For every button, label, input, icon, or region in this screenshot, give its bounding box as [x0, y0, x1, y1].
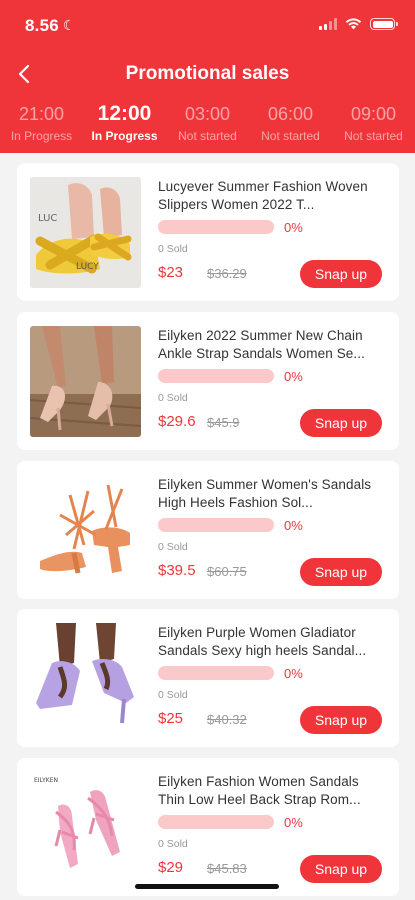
- moon-icon: ☾: [62, 17, 76, 33]
- sold-percent: 0%: [284, 666, 303, 681]
- tab-2100[interactable]: 21:00 In Progress: [0, 103, 83, 144]
- tab-time: 12:00: [97, 102, 152, 125]
- product-card[interactable]: Eilyken 2022 Summer New Chain Ankle Stra…: [17, 312, 399, 450]
- product-image[interactable]: [30, 326, 141, 437]
- sold-progress-bar: [158, 815, 274, 829]
- product-name[interactable]: Eilyken Fashion Women Sandals Thin Low H…: [158, 773, 386, 809]
- shoe-image: EILYKEN: [30, 772, 141, 883]
- tab-time: 03:00: [184, 104, 231, 124]
- product-name[interactable]: Eilyken Purple Women Gladiator Sandals S…: [158, 624, 386, 660]
- wifi-icon: [345, 18, 362, 30]
- product-card[interactable]: Eilyken Summer Women's Sandals High Heel…: [17, 461, 399, 599]
- status-icons: [319, 17, 398, 31]
- home-indicator[interactable]: [135, 884, 279, 889]
- sale-price: $25: [158, 710, 184, 727]
- sold-progress-bar: [158, 666, 274, 680]
- snap-up-button[interactable]: Snap up: [300, 260, 382, 288]
- sold-percent: 0%: [284, 369, 303, 384]
- svg-text:LUCY: LUCY: [76, 262, 99, 272]
- snap-up-button[interactable]: Snap up: [300, 558, 382, 586]
- status-time: 8.56: [25, 16, 59, 35]
- sold-count: 0 Sold: [158, 838, 188, 850]
- sold-count: 0 Sold: [158, 689, 188, 701]
- product-card[interactable]: LUC LUCY Lucyever Summer Fashion Woven S…: [17, 163, 399, 301]
- sold-progress-bar: [158, 369, 274, 383]
- shoe-image: [30, 475, 141, 586]
- tab-time: 06:00: [267, 104, 314, 124]
- status-bar: 8.56 ☾: [0, 0, 415, 48]
- sold-percent: 0%: [284, 815, 303, 830]
- snap-up-button[interactable]: Snap up: [300, 409, 382, 437]
- tab-time: 21:00: [18, 104, 65, 124]
- page-title: Promotional sales: [125, 63, 290, 84]
- svg-text:EILYKEN: EILYKEN: [34, 777, 58, 784]
- original-price: $45.83: [207, 861, 247, 876]
- product-name[interactable]: Lucyever Summer Fashion Woven Slippers W…: [158, 178, 386, 214]
- tab-0300[interactable]: 03:00 Not started: [166, 103, 249, 144]
- tab-time: 09:00: [350, 104, 397, 124]
- product-image[interactable]: [30, 623, 141, 734]
- product-image[interactable]: EILYKEN: [30, 772, 141, 883]
- product-image[interactable]: [30, 475, 141, 586]
- shoe-image: LUC LUCY: [30, 177, 141, 288]
- original-price: $45.9: [207, 415, 240, 430]
- sold-count: 0 Sold: [158, 243, 188, 255]
- original-price: $36.29: [207, 266, 247, 281]
- tab-status: In Progress: [10, 129, 73, 143]
- shoe-image: [30, 623, 141, 734]
- shoe-image: [30, 326, 141, 437]
- header: 8.56 ☾ Promotional sales 21:00 In Progres…: [0, 0, 415, 153]
- product-card[interactable]: EILYKEN Eilyken Fashion Women Sandals Th…: [17, 758, 399, 896]
- product-card[interactable]: Eilyken Purple Women Gladiator Sandals S…: [17, 609, 399, 747]
- sold-count: 0 Sold: [158, 541, 188, 553]
- tab-status: In Progress: [91, 129, 158, 143]
- signal-icon: [319, 18, 337, 30]
- svg-text:LUC: LUC: [38, 213, 57, 224]
- sold-count: 0 Sold: [158, 392, 188, 404]
- tab-status: Not started: [178, 129, 237, 143]
- battery-icon: [370, 18, 398, 30]
- sale-price: $29: [158, 859, 184, 876]
- snap-up-button[interactable]: Snap up: [300, 706, 382, 734]
- original-price: $40.32: [207, 712, 247, 727]
- tab-status: Not started: [344, 129, 403, 143]
- sold-progress-bar: [158, 220, 274, 234]
- nav-bar: Promotional sales: [0, 55, 415, 95]
- sale-price: $29.6: [158, 413, 196, 430]
- sold-percent: 0%: [284, 220, 303, 235]
- status-time-wrap: 8.56 ☾: [25, 16, 76, 36]
- snap-up-button[interactable]: Snap up: [300, 855, 382, 883]
- original-price: $60.75: [207, 564, 247, 579]
- product-name[interactable]: Eilyken Summer Women's Sandals High Heel…: [158, 476, 386, 512]
- product-name[interactable]: Eilyken 2022 Summer New Chain Ankle Stra…: [158, 327, 386, 363]
- tab-status: Not started: [261, 129, 320, 143]
- tab-1200[interactable]: 12:00 In Progress: [83, 103, 166, 144]
- product-image[interactable]: LUC LUCY: [30, 177, 141, 288]
- tab-0600[interactable]: 06:00 Not started: [249, 103, 332, 144]
- sale-price: $39.5: [158, 562, 196, 579]
- time-tabs: 21:00 In Progress 12:00 In Progress 03:0…: [0, 103, 415, 149]
- sold-progress-bar: [158, 518, 274, 532]
- sale-price: $23: [158, 264, 184, 281]
- sold-percent: 0%: [284, 518, 303, 533]
- tab-0900[interactable]: 09:00 Not started: [332, 103, 415, 144]
